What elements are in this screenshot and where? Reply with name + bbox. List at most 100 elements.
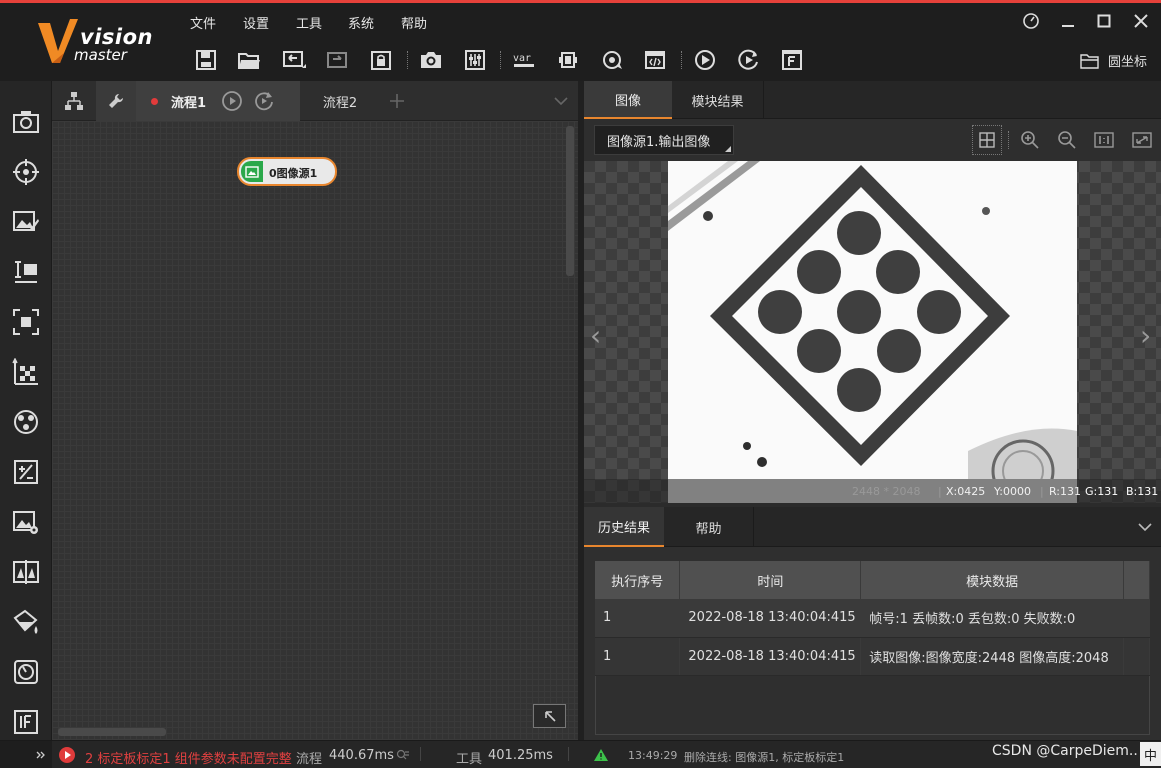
image-source-select[interactable]: 图像源1.输出图像	[594, 125, 734, 155]
history-results-panel: 执行序号 时间 模块数据 1 2022-08-18 13:40:04:415 帧…	[584, 547, 1161, 740]
roi-select-icon[interactable]	[972, 125, 1002, 155]
image-capture-icon[interactable]	[11, 107, 41, 137]
menu-help[interactable]: 帮助	[401, 13, 427, 32]
col-module-data[interactable]: 模块数据	[860, 561, 1124, 599]
chevron-down-icon[interactable]	[1132, 507, 1158, 547]
save-icon[interactable]	[194, 48, 218, 72]
logic-tools-icon[interactable]	[11, 457, 41, 487]
positioning-icon[interactable]	[11, 157, 41, 187]
undo-icon[interactable]	[282, 48, 306, 72]
zoom-in-icon[interactable]	[1019, 129, 1041, 151]
run-once-icon[interactable]	[693, 48, 717, 72]
image-processing-icon[interactable]	[11, 207, 41, 237]
fit-window-icon[interactable]	[1131, 129, 1153, 151]
color-processing-icon[interactable]	[11, 557, 41, 587]
csdn-watermark: CSDN @CarpeDiem..	[992, 743, 1138, 759]
redo-icon[interactable]	[325, 48, 349, 72]
tab-flow-1[interactable]: 流程1	[136, 81, 300, 121]
error-message[interactable]: 2 标定板标定1 组件参数未配置完整	[85, 748, 292, 767]
image-size-text: 2448 * 2048	[852, 485, 921, 498]
image-source-icon	[241, 161, 263, 182]
ime-indicator[interactable]: 中	[1140, 742, 1161, 766]
tool-time-label: 工具	[456, 752, 483, 767]
measurement-icon[interactable]	[11, 257, 41, 287]
flow-1-label: 流程1	[171, 95, 207, 111]
close-icon[interactable]	[1128, 9, 1154, 33]
lock-icon[interactable]	[369, 48, 393, 72]
tab-image[interactable]: 图像	[584, 81, 672, 119]
status-bar: 2 标定板标定1 组件参数未配置完整 流程 440.67ms 工具 401.25…	[0, 740, 1161, 768]
chevron-down-icon[interactable]	[546, 81, 576, 121]
cell-time: 2022-08-18 13:40:04:415	[679, 599, 862, 638]
add-flow-icon[interactable]	[380, 81, 414, 121]
wrench-icon[interactable]	[96, 81, 136, 121]
run-loop-icon[interactable]	[737, 48, 761, 72]
menu-system[interactable]: 系统	[348, 13, 374, 32]
status-separator	[568, 747, 569, 761]
global-trigger-icon[interactable]	[600, 48, 624, 72]
variable-icon[interactable]: var	[512, 48, 536, 72]
status-sep: |	[1040, 485, 1044, 498]
zoom-out-icon[interactable]	[1056, 129, 1078, 151]
equalizer-icon[interactable]	[463, 48, 487, 72]
menu-file[interactable]: 文件	[190, 13, 216, 32]
if-module-icon[interactable]	[11, 707, 41, 737]
previous-image-icon[interactable]: ‹	[590, 319, 601, 352]
pixel-g-text: G:131	[1085, 485, 1119, 498]
toolbar-separator	[681, 51, 682, 69]
history-table: 执行序号 时间 模块数据 1 2022-08-18 13:40:04:415 帧…	[595, 561, 1150, 676]
status-separator	[420, 747, 421, 761]
log-time: 13:49:29	[628, 749, 678, 762]
pixel-info-bar: 2448 * 2048 | X:0425 Y:0000 | R:131 G:13…	[584, 479, 1161, 503]
image-settings-icon[interactable]	[11, 507, 41, 537]
table-row[interactable]: 1 2022-08-18 13:40:04:415 读取图像:图像宽度:2448…	[595, 637, 1150, 676]
calibration-icon[interactable]	[11, 357, 41, 387]
image-source-value: 图像源1.输出图像	[607, 134, 711, 150]
folder-icon	[1080, 53, 1099, 69]
col-exec-index[interactable]: 执行序号	[595, 561, 681, 599]
flow-time-detail-icon[interactable]	[396, 749, 410, 765]
file-icon[interactable]	[780, 48, 804, 72]
next-image-icon[interactable]: ›	[1140, 319, 1151, 352]
menu-tools[interactable]: 工具	[296, 13, 322, 32]
performance-icon[interactable]	[1018, 9, 1044, 33]
communication-icon[interactable]	[556, 48, 580, 72]
image-viewer[interactable]: ‹ › 2448 * 2048 | X:0425 Y:0000 | R:131 …	[584, 161, 1161, 503]
tab-module-result[interactable]: 模块结果	[672, 81, 764, 119]
script-icon[interactable]	[643, 48, 667, 72]
menu-settings[interactable]: 设置	[243, 13, 269, 32]
recognition-icon[interactable]	[11, 307, 41, 337]
tab-flow-2[interactable]: 流程2	[300, 81, 380, 121]
col-time[interactable]: 时间	[679, 561, 862, 599]
cell-time: 2022-08-18 13:40:04:415	[679, 637, 862, 676]
svg-text:var: var	[513, 53, 531, 64]
tab-history-results[interactable]: 历史结果	[584, 507, 664, 547]
flow-horizontal-scrollbar[interactable]	[58, 728, 166, 736]
flow-node-label: 0图像源1	[269, 167, 318, 180]
flow-node-image-source[interactable]: 0图像源1	[237, 157, 337, 186]
flow-vertical-scrollbar[interactable]	[566, 126, 574, 276]
col-filler	[1123, 561, 1150, 599]
table-row[interactable]: 1 2022-08-18 13:40:04:415 帧号:1 丢帧数:0 丢包数…	[595, 599, 1150, 638]
minimap-toggle-icon[interactable]	[533, 704, 566, 728]
flow-hierarchy-icon[interactable]	[52, 81, 96, 121]
deep-learning-icon[interactable]	[11, 607, 41, 637]
expand-sidebar-icon[interactable]	[0, 741, 52, 768]
flow-canvas[interactable]	[52, 121, 578, 740]
pixel-b-text: B:131	[1126, 485, 1159, 498]
circle-coordinate-button[interactable]: 圆坐标	[1080, 51, 1147, 70]
tab-help[interactable]: 帮助	[664, 507, 754, 547]
minimize-icon[interactable]	[1055, 9, 1081, 33]
menu-bar: 文件 设置 工具 系统 帮助	[180, 3, 1161, 39]
open-folder-icon[interactable]	[237, 48, 261, 72]
actual-size-icon[interactable]	[1093, 129, 1115, 151]
calibration-board-image	[668, 161, 1077, 503]
communication-tools-icon[interactable]	[11, 657, 41, 687]
maximize-icon[interactable]	[1091, 9, 1117, 33]
flow-run-loop-icon[interactable]	[253, 90, 275, 112]
flow-run-once-icon[interactable]	[221, 90, 243, 112]
logo-text-master: master	[74, 46, 127, 64]
alignment-icon[interactable]	[11, 407, 41, 437]
flow-time-value: 440.67ms	[329, 748, 394, 763]
camera-icon[interactable]	[419, 48, 443, 72]
